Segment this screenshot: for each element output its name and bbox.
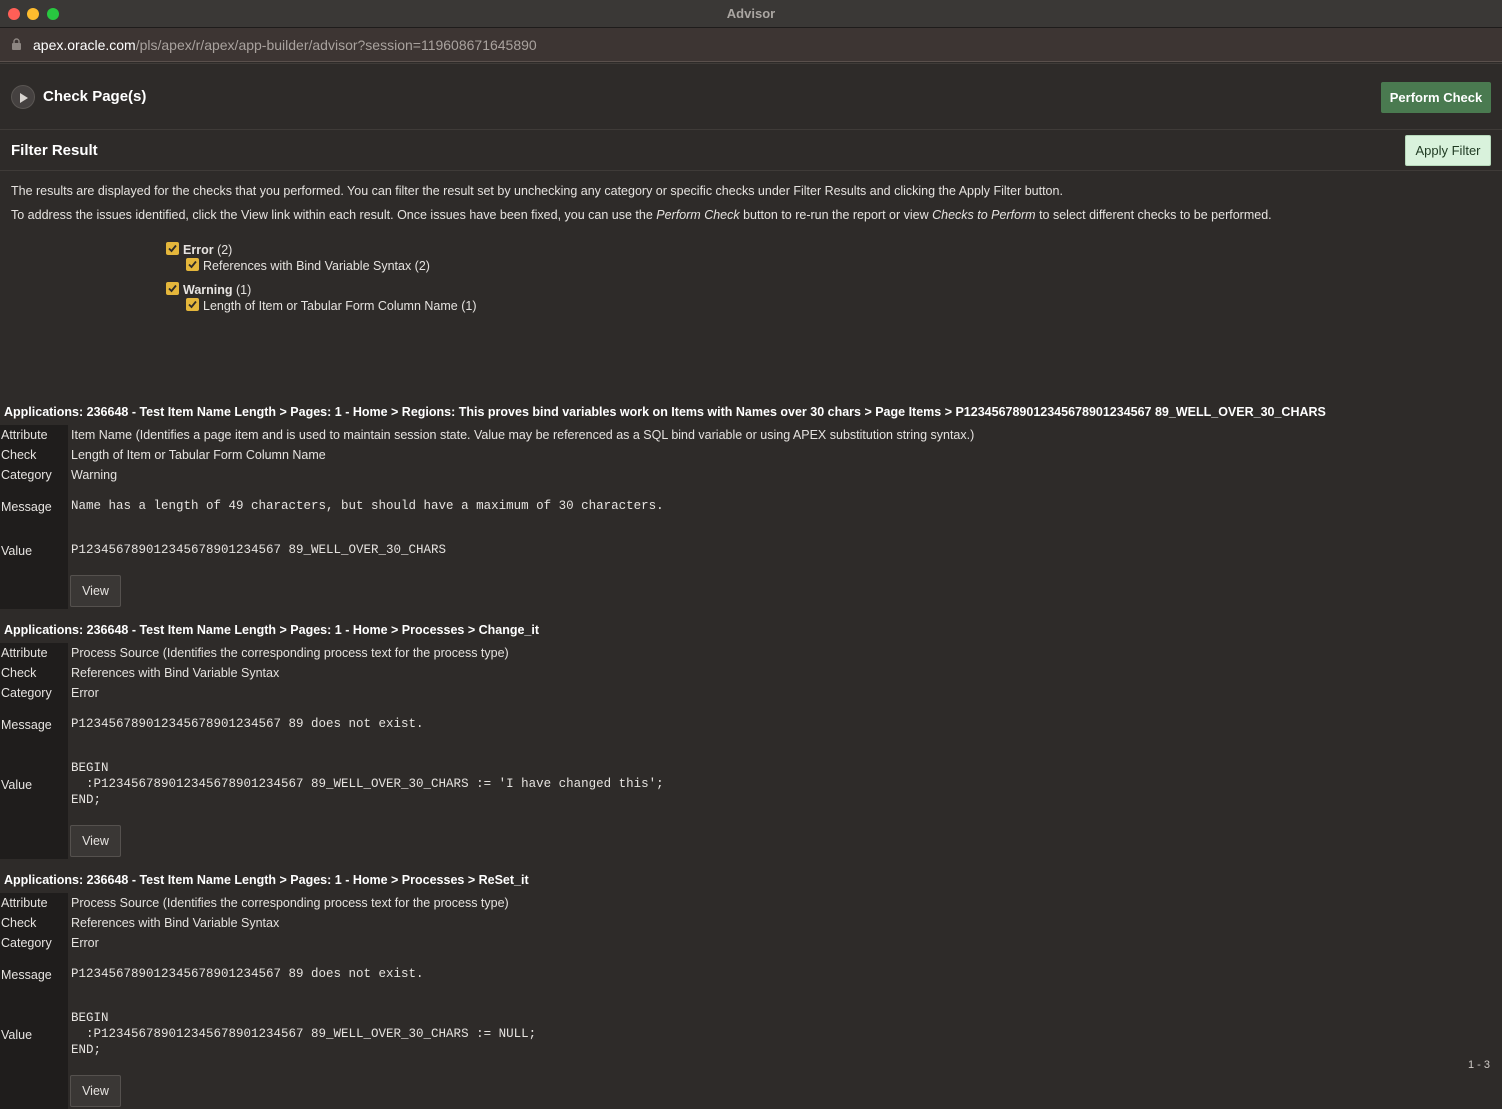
value-label: Value xyxy=(1,544,33,558)
view-button[interactable]: View xyxy=(70,825,121,857)
message-value: P123456789012345678901234567 89 does not… xyxy=(71,967,424,981)
attribute-value: Process Source (Identifies the correspon… xyxy=(71,646,509,660)
window-title: Advisor xyxy=(726,6,776,21)
item-length-check-label: Length of Item or Tabular Form Column Na… xyxy=(203,299,477,313)
bind-variable-check-checkbox[interactable] xyxy=(186,258,199,271)
category-value: Error xyxy=(71,936,99,950)
check-value: References with Bind Variable Syntax xyxy=(71,916,280,930)
value-label: Value xyxy=(1,1028,33,1042)
view-button[interactable]: View xyxy=(70,575,121,607)
check-label: Check xyxy=(1,666,37,680)
checkmark-icon xyxy=(188,300,197,309)
category-value: Error xyxy=(71,686,99,700)
check-label: Check xyxy=(1,448,37,462)
check-value: Length of Item or Tabular Form Column Na… xyxy=(71,448,326,462)
error-category-name: Error xyxy=(183,243,214,257)
lock-icon xyxy=(12,38,21,50)
category-value: Warning xyxy=(71,468,118,482)
result-breadcrumb: Applications: 236648 - Test Item Name Le… xyxy=(4,873,529,887)
message-label: Message xyxy=(1,968,52,982)
checkmark-icon xyxy=(188,260,197,269)
result-breadcrumb: Applications: 236648 - Test Item Name Le… xyxy=(4,623,540,637)
info-text-2-em2: Checks to Perform xyxy=(932,208,1036,222)
value-label: Value xyxy=(1,778,33,792)
value-text: P123456789012345678901234567 89_WELL_OVE… xyxy=(71,543,447,557)
warning-category-name: Warning xyxy=(183,283,233,297)
category-label: Category xyxy=(1,936,52,950)
pagination-text: 1 - 3 xyxy=(1467,1059,1490,1071)
error-category-label: Error (2) xyxy=(183,243,232,257)
category-label: Category xyxy=(1,686,52,700)
info-text-1: The results are displayed for the checks… xyxy=(11,184,1063,198)
message-value: Name has a length of 49 characters, but … xyxy=(71,499,664,513)
value-code: BEGIN :P123456789012345678901234567 89_W… xyxy=(71,761,664,807)
url-host: apex.oracle.com xyxy=(33,37,136,53)
warning-category-label: Warning (1) xyxy=(183,283,251,297)
message-label: Message xyxy=(1,500,52,514)
info-text-2b: button to re-run the report or view xyxy=(739,208,933,222)
bind-variable-check-label: References with Bind Variable Syntax (2) xyxy=(203,259,430,273)
attribute-label: Attribute xyxy=(1,646,48,660)
url-path: /pls/apex/r/apex/app-builder/advisor?ses… xyxy=(135,37,537,53)
warning-category-count: (1) xyxy=(236,283,252,297)
check-value: References with Bind Variable Syntax xyxy=(71,666,280,680)
url-text[interactable]: apex.oracle.com/pls/apex/r/apex/app-buil… xyxy=(33,37,537,53)
attribute-value: Item Name (Identifies a page item and is… xyxy=(71,428,975,442)
message-label: Message xyxy=(1,718,52,732)
window-titlebar: Advisor xyxy=(0,0,1502,28)
apply-filter-button[interactable]: Apply Filter xyxy=(1405,135,1491,166)
item-length-check-checkbox[interactable] xyxy=(186,298,199,311)
info-text-2c: to select different checks to be perform… xyxy=(1035,208,1272,222)
address-bar[interactable]: apex.oracle.com/pls/apex/r/apex/app-buil… xyxy=(0,28,1502,62)
filter-result-title: Filter Result xyxy=(11,142,98,159)
view-button[interactable]: View xyxy=(70,1075,121,1107)
info-text-2a: To address the issues identified, click … xyxy=(11,208,657,222)
attribute-label: Attribute xyxy=(1,896,48,910)
check-pages-title: Check Page(s) xyxy=(43,88,147,105)
expand-toggle[interactable] xyxy=(11,85,35,109)
error-category-checkbox[interactable] xyxy=(166,242,179,255)
result-breadcrumb: Applications: 236648 - Test Item Name Le… xyxy=(4,405,1326,419)
warning-category-checkbox[interactable] xyxy=(166,282,179,295)
attribute-label: Attribute xyxy=(1,428,48,442)
checkmark-icon xyxy=(168,244,177,253)
info-text-2: To address the issues identified, click … xyxy=(11,208,1272,222)
category-label: Category xyxy=(1,468,52,482)
value-code: BEGIN :P123456789012345678901234567 89_W… xyxy=(71,1011,537,1057)
check-label: Check xyxy=(1,916,37,930)
check-pages-region: Check Page(s) Perform Check xyxy=(0,63,1502,130)
perform-check-button[interactable]: Perform Check xyxy=(1381,82,1491,113)
info-text-2-em1: Perform Check xyxy=(656,208,740,222)
checkmark-icon xyxy=(168,284,177,293)
play-icon xyxy=(20,93,28,103)
error-category-count: (2) xyxy=(217,243,233,257)
message-value: P123456789012345678901234567 89 does not… xyxy=(71,717,424,731)
attribute-value: Process Source (Identifies the correspon… xyxy=(71,896,509,910)
filter-result-region: Filter Result Apply Filter xyxy=(0,130,1502,171)
